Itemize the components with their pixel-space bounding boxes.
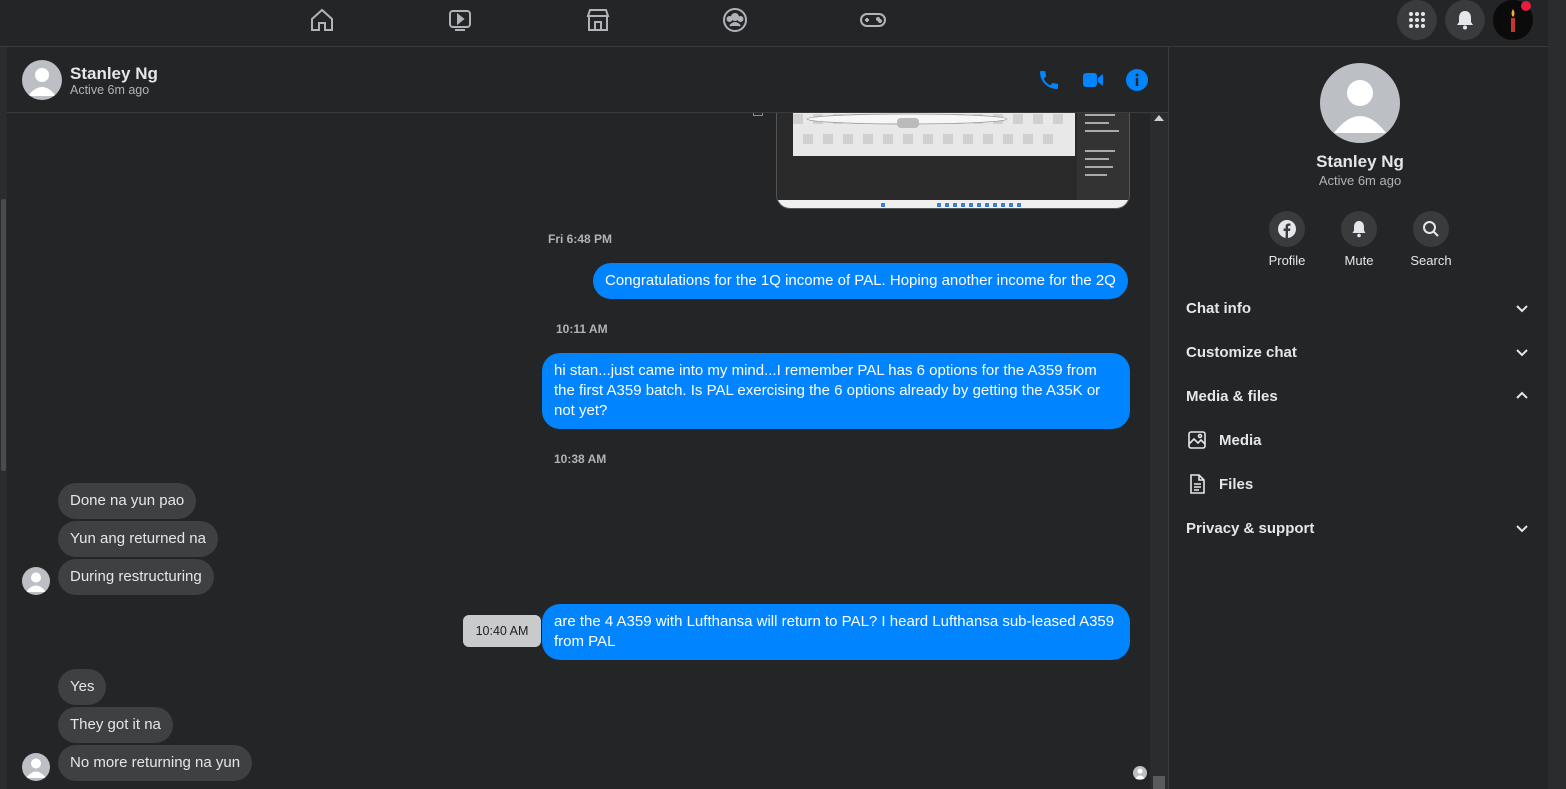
search-icon bbox=[1413, 211, 1449, 247]
chevron-down-icon bbox=[1516, 349, 1528, 357]
files-label: Files bbox=[1219, 475, 1254, 493]
incoming-message[interactable]: No more returning na yun bbox=[58, 745, 253, 781]
notifications-icon[interactable] bbox=[1445, 0, 1485, 40]
media-icon bbox=[1186, 429, 1208, 451]
message-time-tooltip: 10:40 AM bbox=[463, 615, 541, 647]
contact-avatar[interactable] bbox=[22, 60, 62, 100]
timestamp: 10:11 AM bbox=[556, 322, 608, 336]
chat-info-section[interactable]: Chat info bbox=[1186, 292, 1531, 324]
contact-name[interactable]: Stanley Ng bbox=[70, 64, 158, 84]
info-icon[interactable] bbox=[1123, 66, 1151, 94]
groups-icon[interactable] bbox=[715, 6, 755, 34]
notification-badge bbox=[1521, 1, 1531, 11]
incoming-message[interactable]: Yes bbox=[58, 669, 107, 705]
marketplace-icon[interactable] bbox=[578, 6, 618, 34]
media-label: Media bbox=[1219, 431, 1262, 449]
incoming-message[interactable]: During restructuring bbox=[58, 559, 214, 595]
media-files-section[interactable]: Media & files bbox=[1186, 380, 1531, 412]
chevron-down-icon bbox=[1516, 525, 1528, 533]
attachment-icon bbox=[753, 113, 763, 116]
privacy-support-section[interactable]: Privacy & support bbox=[1186, 512, 1531, 544]
search-button[interactable]: Search bbox=[1401, 211, 1461, 268]
timestamp: Fri 6:48 PM bbox=[548, 232, 613, 246]
incoming-message[interactable]: Done na yun pao bbox=[58, 483, 197, 519]
message-scrollbar[interactable] bbox=[1150, 113, 1168, 789]
profile-avatar[interactable] bbox=[1320, 63, 1400, 143]
file-icon bbox=[1186, 473, 1208, 495]
outgoing-message[interactable]: hi stan...just came into my mind...I rem… bbox=[542, 353, 1130, 429]
menu-icon[interactable] bbox=[1397, 0, 1437, 40]
read-receipt-avatar bbox=[1133, 766, 1147, 780]
facebook-icon bbox=[1269, 211, 1305, 247]
mute-button[interactable]: Mute bbox=[1329, 211, 1389, 268]
profile-button[interactable]: Profile bbox=[1257, 211, 1317, 268]
sender-avatar[interactable] bbox=[22, 753, 50, 781]
chat-info-label: Chat info bbox=[1186, 299, 1251, 317]
customize-chat-section[interactable]: Customize chat bbox=[1186, 336, 1531, 368]
profile-status: Active 6m ago bbox=[1318, 173, 1402, 188]
scroll-thumb[interactable] bbox=[1153, 776, 1165, 789]
gaming-icon[interactable] bbox=[853, 6, 893, 34]
chevron-up-icon bbox=[1516, 391, 1528, 399]
message-list[interactable]: Fri 6:48 PM Congratulations for the 1Q i… bbox=[7, 113, 1150, 789]
left-scroll-strip bbox=[0, 47, 7, 789]
outgoing-message[interactable]: are the 4 A359 with Lufthansa will retur… bbox=[542, 604, 1130, 660]
profile-label: Profile bbox=[1268, 253, 1306, 268]
bell-icon bbox=[1341, 211, 1377, 247]
watch-icon[interactable] bbox=[440, 6, 480, 34]
home-icon[interactable] bbox=[302, 6, 342, 34]
left-scroll-thumb[interactable] bbox=[1, 199, 6, 471]
contact-status: Active 6m ago bbox=[70, 83, 150, 97]
outgoing-message[interactable]: Congratulations for the 1Q income of PAL… bbox=[593, 263, 1128, 299]
profile-name: Stanley Ng bbox=[1316, 152, 1404, 171]
chat-header: Stanley Ng Active 6m ago bbox=[7, 47, 1168, 113]
timestamp: 10:38 AM bbox=[554, 452, 607, 466]
incoming-message[interactable]: Yun ang returned na bbox=[58, 521, 218, 557]
media-files-label: Media & files bbox=[1186, 387, 1278, 405]
window-edge bbox=[1548, 0, 1566, 789]
privacy-support-label: Privacy & support bbox=[1186, 519, 1315, 537]
media-item[interactable]: Media bbox=[1186, 424, 1262, 456]
video-icon[interactable] bbox=[1079, 66, 1107, 94]
chevron-down-icon bbox=[1516, 305, 1528, 313]
sender-avatar[interactable] bbox=[22, 567, 50, 595]
phone-icon[interactable] bbox=[1035, 66, 1063, 94]
search-label: Search bbox=[1410, 253, 1452, 268]
top-navigation-bar bbox=[0, 0, 1566, 47]
customize-chat-label: Customize chat bbox=[1186, 343, 1297, 361]
conversation-details-panel: Stanley Ng Active 6m ago Profile Mute Se… bbox=[1168, 47, 1548, 789]
shared-screenshot-image[interactable] bbox=[776, 113, 1130, 209]
files-item[interactable]: Files bbox=[1186, 468, 1253, 500]
incoming-message[interactable]: They got it na bbox=[58, 707, 173, 743]
mute-label: Mute bbox=[1344, 253, 1374, 268]
scroll-up-arrow-icon[interactable] bbox=[1154, 115, 1164, 121]
